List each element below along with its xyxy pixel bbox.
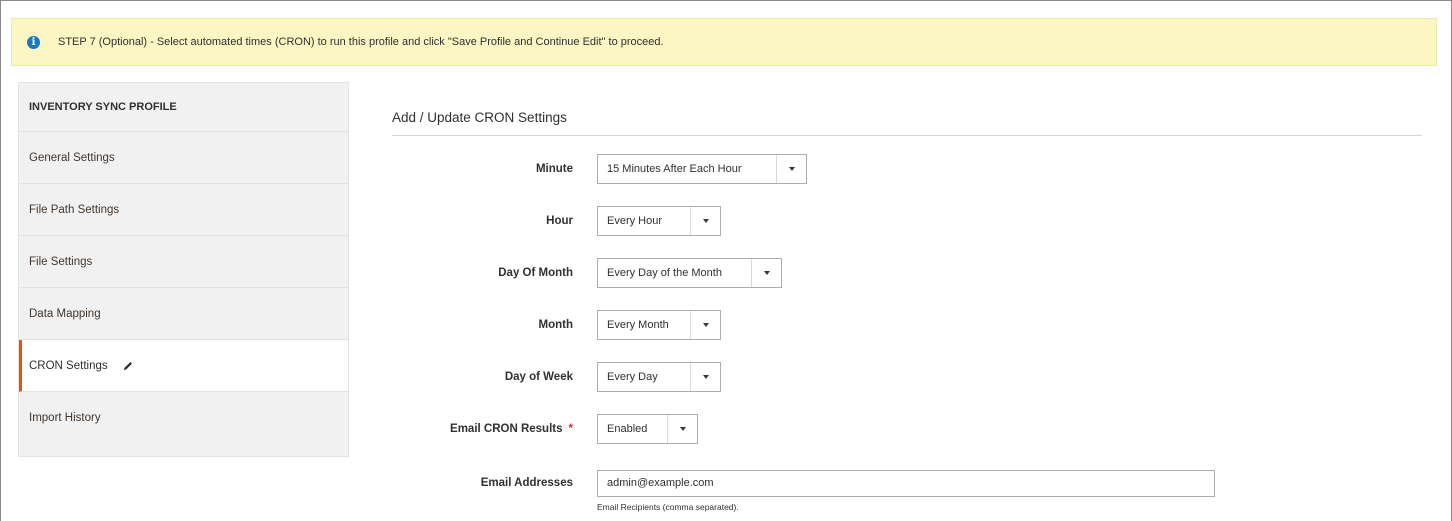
- email-results-select[interactable]: Enabled: [597, 414, 698, 444]
- hour-select-value: Every Hour: [607, 215, 663, 227]
- minute-select-value: 15 Minutes After Each Hour: [607, 163, 742, 175]
- sidebar-item-label: General Settings: [29, 151, 115, 164]
- day-of-week-select-value: Every Day: [607, 371, 658, 383]
- month-select[interactable]: Every Month: [597, 310, 721, 340]
- minute-select[interactable]: 15 Minutes After Each Hour: [597, 154, 807, 184]
- month-row: Month Every Month: [392, 310, 1432, 340]
- sidebar-item-label: File Path Settings: [29, 203, 120, 216]
- sidebar-item-general-settings[interactable]: General Settings: [19, 132, 348, 184]
- chevron-down-icon: [776, 155, 806, 183]
- month-label: Month: [538, 319, 573, 331]
- day-of-month-row: Day Of Month Every Day of the Month: [392, 258, 1432, 288]
- sidebar-item-data-mapping[interactable]: Data Mapping: [19, 288, 348, 340]
- sidebar-item-label: Data Mapping: [29, 307, 101, 320]
- step-notice: i STEP 7 (Optional) - Select automated t…: [11, 18, 1437, 66]
- profile-sidebar: INVENTORY SYNC PROFILE General Settings …: [18, 82, 349, 457]
- chevron-down-icon: [667, 415, 697, 443]
- email-addresses-label: Email Addresses: [480, 477, 573, 489]
- day-of-week-row: Day of Week Every Day: [392, 362, 1432, 392]
- section-title: Add / Update CRON Settings: [392, 110, 567, 125]
- sidebar-item-label: File Settings: [29, 255, 93, 268]
- email-addresses-row: Email Addresses: [392, 468, 1432, 498]
- chevron-down-icon: [690, 363, 720, 391]
- chevron-down-icon: [690, 311, 720, 339]
- email-results-label-wrap: Email CRON Results *: [392, 423, 573, 435]
- sidebar-title: INVENTORY SYNC PROFILE: [19, 83, 348, 132]
- email-results-row: Email CRON Results * Enabled: [392, 414, 1432, 444]
- day-of-month-select-value: Every Day of the Month: [607, 267, 722, 279]
- sidebar-item-cron-settings[interactable]: CRON Settings: [19, 340, 348, 392]
- email-addresses-input[interactable]: [597, 469, 1215, 497]
- day-of-week-select[interactable]: Every Day: [597, 362, 721, 392]
- sidebar-item-import-history[interactable]: Import History: [19, 392, 348, 444]
- chevron-down-icon: [690, 207, 720, 235]
- sidebar-item-file-path-settings[interactable]: File Path Settings: [19, 184, 348, 236]
- minute-label: Minute: [535, 163, 573, 175]
- hour-select[interactable]: Every Hour: [597, 206, 721, 236]
- notice-text: STEP 7 (Optional) - Select automated tim…: [58, 36, 664, 48]
- sidebar-item-label: Import History: [29, 412, 101, 424]
- email-results-label: Email CRON Results: [450, 423, 563, 435]
- email-addresses-hint: Email Recipients (comma separated).: [597, 502, 739, 512]
- day-of-month-label: Day Of Month: [498, 267, 573, 279]
- hour-label: Hour: [546, 215, 573, 227]
- hour-row: Hour Every Hour: [392, 206, 1432, 236]
- pencil-icon: [122, 360, 134, 372]
- required-marker: *: [568, 423, 573, 435]
- day-of-week-label: Day of Week: [504, 371, 573, 383]
- minute-row: Minute 15 Minutes After Each Hour: [392, 154, 1432, 184]
- email-results-select-value: Enabled: [607, 423, 648, 435]
- sidebar-item-file-settings[interactable]: File Settings: [19, 236, 348, 288]
- info-icon: i: [27, 35, 40, 49]
- section-divider: [392, 135, 1422, 136]
- sidebar-item-label: CRON Settings: [29, 359, 108, 372]
- chevron-down-icon: [751, 259, 781, 287]
- day-of-month-select[interactable]: Every Day of the Month: [597, 258, 782, 288]
- month-select-value: Every Month: [607, 319, 669, 331]
